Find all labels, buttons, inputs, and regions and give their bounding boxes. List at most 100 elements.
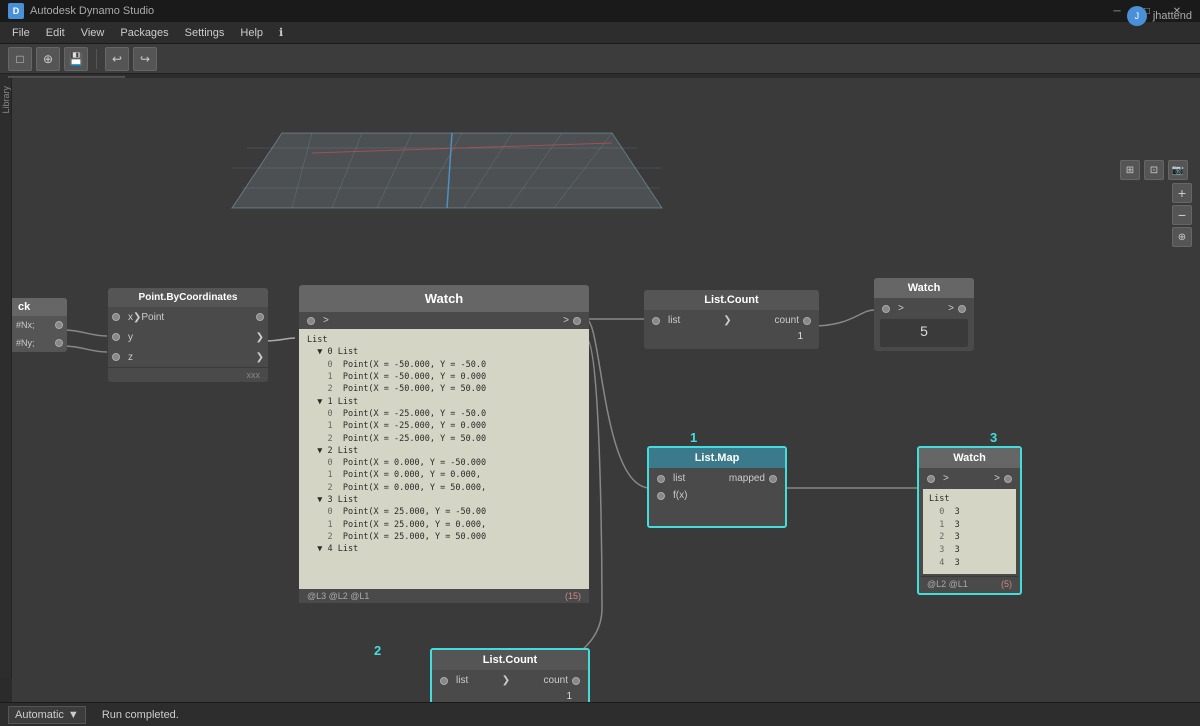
point-row-y: y ❯ xyxy=(108,327,268,347)
listcount-bottom-arrow: ❯ xyxy=(502,675,510,686)
listmap-fx-label: f(x) xyxy=(673,490,687,501)
port-x-input[interactable] xyxy=(112,313,120,321)
watch-main-node: Watch > > List ▼ 0 List 0 Point(X = -50.… xyxy=(299,285,589,603)
watch-main-footer-count: (15) xyxy=(565,591,581,601)
camera-icon[interactable]: 📷 xyxy=(1168,160,1188,180)
point-row-z: z ❯ xyxy=(108,347,268,367)
watch-main-content: List ▼ 0 List 0 Point(X = -50.000, Y = -… xyxy=(299,329,589,589)
listcount-bottom-count-output[interactable] xyxy=(572,677,580,685)
listcount-bottom-node: List.Count list ❯ count 1 xyxy=(430,648,590,702)
watch-br-output-label: > xyxy=(994,473,1000,484)
watch-content-line-10: 0 Point(X = 0.000, Y = -50.000 xyxy=(307,457,581,469)
port-point-output[interactable] xyxy=(256,313,264,321)
view-icon-2[interactable]: ⊡ xyxy=(1144,160,1164,180)
watch-content-line-16: 2 Point(X = 25.000, Y = 50.000 xyxy=(307,531,581,543)
listcount-bottom-list-label: list xyxy=(456,675,468,686)
watch-bottomright-header: Watch xyxy=(919,448,1020,468)
watch-bottomright-node: Watch > > List 0 3 1 3 2 3 3 3 4 xyxy=(917,446,1022,595)
port-y-input[interactable] xyxy=(112,333,120,341)
watch-br-input-port[interactable] xyxy=(927,475,935,483)
watch-content-line-17: ▼ 4 List xyxy=(307,543,581,555)
watch-br-line-1: 0 3 xyxy=(929,506,1010,519)
listcount-list-input[interactable] xyxy=(652,317,660,325)
connections-layer xyxy=(12,78,1200,702)
listmap-mapped-label: mapped xyxy=(729,473,765,484)
menubar: File Edit View Packages Settings Help ℹ … xyxy=(0,22,1200,44)
toolbar-separator xyxy=(96,49,97,69)
watch-br-input-label: > xyxy=(943,473,949,484)
watch-content-line-3: 1 Point(X = -50.000, Y = 0.000 xyxy=(307,371,581,383)
new-button[interactable]: □ xyxy=(8,47,32,71)
listcount-main-row: list ❯ count xyxy=(646,312,817,329)
watch-main-input-port[interactable] xyxy=(307,317,315,325)
menu-edit[interactable]: Edit xyxy=(38,25,73,41)
open-button[interactable]: ⊕ xyxy=(36,47,60,71)
zoom-out-button[interactable]: − xyxy=(1172,205,1192,225)
partial-row-nx: #Nx; xyxy=(12,316,67,334)
statusbar: Automatic ▼ Run completed. xyxy=(0,702,1200,726)
listmap-row-fx: f(x) xyxy=(651,487,783,504)
watch-br-footer-right: (5) xyxy=(1001,579,1012,589)
watch-content-line-1: ▼ 0 List xyxy=(307,346,581,358)
watch-br-line-0: List xyxy=(929,493,1010,506)
watch-content-line-5: ▼ 1 List xyxy=(307,396,581,408)
listcount-bottom-header: List.Count xyxy=(432,650,588,670)
run-mode-dropdown[interactable]: Automatic ▼ xyxy=(8,706,86,724)
listmap-mapped-output[interactable] xyxy=(769,475,777,483)
watch-content-line-2: 0 Point(X = -50.000, Y = -50.0 xyxy=(307,359,581,371)
top-right-icons: ⊞ ⊡ 📷 xyxy=(1116,156,1192,184)
label-y: y xyxy=(128,332,133,343)
menu-info[interactable]: ℹ xyxy=(271,24,291,41)
listmap-body: list mapped f(x) xyxy=(649,468,785,526)
z-arrow: ❯ xyxy=(256,352,264,363)
listcount-bottom-value: 1 xyxy=(434,689,586,702)
app-icon: D xyxy=(8,3,24,19)
menu-settings[interactable]: Settings xyxy=(177,25,233,41)
listmap-list-input[interactable] xyxy=(657,475,665,483)
watch-br-output-port[interactable] xyxy=(1004,475,1012,483)
point-bycoordinates-node: Point.ByCoordinates x ❯ Point y ❯ z ❯ xyxy=(108,288,268,382)
point-xxx: xxx xyxy=(108,367,268,382)
view-icon-1[interactable]: ⊞ xyxy=(1120,160,1140,180)
watch-content-line-7: 1 Point(X = -25.000, Y = 0.000 xyxy=(307,420,581,432)
zoom-fit-button[interactable]: ⊕ xyxy=(1172,227,1192,247)
watch-content-line-4: 2 Point(X = -50.000, Y = 50.00 xyxy=(307,383,581,395)
watch-top-output-port[interactable] xyxy=(958,305,966,313)
user-avatar: J xyxy=(1127,6,1147,26)
listmap-list-label: list xyxy=(673,473,685,484)
watch-main-output-port[interactable] xyxy=(573,317,581,325)
listmap-fx-input[interactable] xyxy=(657,492,665,500)
watch-br-footer: @L2 @L1 (5) xyxy=(921,576,1018,591)
menu-view[interactable]: View xyxy=(73,25,113,41)
port-nx-output[interactable] xyxy=(55,321,63,329)
partial-node-ck: ck #Nx; #Ny; xyxy=(12,298,67,352)
watch-content-line-8: 2 Point(X = -25.000, Y = 50.00 xyxy=(307,433,581,445)
undo-button[interactable]: ↩ xyxy=(105,47,129,71)
menu-file[interactable]: File xyxy=(4,25,38,41)
watch-top-input-label: > xyxy=(898,303,904,314)
watch-br-line-4: 3 3 xyxy=(929,544,1010,557)
port-ny-output[interactable] xyxy=(55,339,63,347)
username: jhattend xyxy=(1153,10,1192,22)
watch-main-footer-left: @L3 @L2 @L1 xyxy=(307,591,369,601)
port-z-input[interactable] xyxy=(112,353,120,361)
redo-button[interactable]: ↪ xyxy=(133,47,157,71)
y-arrow: ❯ xyxy=(256,332,264,343)
listcount-bottom-list-input[interactable] xyxy=(440,677,448,685)
listmap-padding xyxy=(651,504,783,524)
listcount-arrow: ❯ xyxy=(723,315,731,326)
watch-content-line-15: 1 Point(X = 25.000, Y = 0.000, xyxy=(307,519,581,531)
watch-content-line-13: ▼ 3 List xyxy=(307,494,581,506)
watch-main-io: > > xyxy=(299,312,589,329)
zoom-in-button[interactable]: + xyxy=(1172,183,1192,203)
listcount-count-output[interactable] xyxy=(803,317,811,325)
save-button[interactable]: 💾 xyxy=(64,47,88,71)
watch-top-header: Watch xyxy=(874,278,974,298)
menu-help[interactable]: Help xyxy=(232,25,271,41)
listcount-bottom-header-text: List.Count xyxy=(483,654,537,666)
watch-content-line-14: 0 Point(X = 25.000, Y = -50.00 xyxy=(307,506,581,518)
canvas[interactable]: ck #Nx; #Ny; Point.ByCoordinates x ❯ Poi… xyxy=(12,78,1200,702)
listcount-main-node: List.Count list ❯ count 1 xyxy=(644,290,819,349)
watch-top-input-port[interactable] xyxy=(882,305,890,313)
menu-packages[interactable]: Packages xyxy=(112,25,176,41)
